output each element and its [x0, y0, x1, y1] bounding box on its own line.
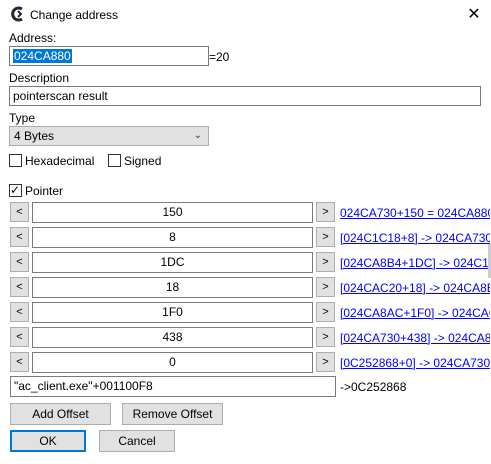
description-label: Description: [9, 71, 70, 85]
offset-decrease-button[interactable]: <: [10, 227, 29, 247]
offset-input[interactable]: 18: [32, 277, 313, 298]
signed-checkbox[interactable]: [108, 154, 121, 167]
signed-label: Signed: [124, 154, 162, 168]
hexadecimal-label: Hexadecimal: [25, 154, 95, 168]
remove-offset-button[interactable]: Remove Offset: [122, 403, 223, 425]
offset-input[interactable]: 1F0: [32, 302, 313, 323]
pointer-checkbox[interactable]: ✓: [9, 183, 22, 197]
title-bar: Change address ✕: [0, 0, 491, 30]
add-offset-button[interactable]: Add Offset: [10, 403, 111, 425]
address-value: 024CA880: [13, 49, 72, 63]
base-address-input[interactable]: "ac_client.exe"+001100F8: [10, 376, 336, 397]
offset-decrease-button[interactable]: <: [10, 252, 29, 272]
offset-decrease-button[interactable]: <: [10, 302, 29, 322]
offset-input[interactable]: 0: [32, 352, 313, 373]
pointer-label: Pointer: [25, 184, 64, 198]
offset-input[interactable]: 438: [32, 327, 313, 348]
ok-button[interactable]: OK: [10, 430, 86, 452]
type-label: Type: [9, 111, 36, 125]
offset-decrease-button[interactable]: <: [10, 202, 29, 222]
address-label: Address:: [9, 31, 57, 45]
address-input[interactable]: 024CA880: [9, 46, 209, 66]
offset-input[interactable]: 150: [32, 202, 313, 223]
offset-increase-button[interactable]: >: [316, 302, 335, 322]
description-input[interactable]: pointerscan result: [9, 86, 481, 106]
offset-increase-button[interactable]: >: [316, 252, 335, 272]
base-address-result: ->0C252868: [340, 380, 407, 394]
offset-decrease-button[interactable]: <: [10, 277, 29, 297]
offset-increase-button[interactable]: >: [316, 277, 335, 297]
type-select[interactable]: 4 Bytes ⌄: [9, 126, 209, 146]
pointer-path-link[interactable]: [024C1C18+8] -> 024CA730: [340, 231, 490, 245]
offset-decrease-button[interactable]: <: [10, 352, 29, 372]
cheat-engine-icon: [9, 6, 25, 22]
offset-increase-button[interactable]: >: [316, 202, 335, 222]
pointer-path-link[interactable]: [0C252868+0] -> 024CA730: [340, 356, 490, 370]
close-icon[interactable]: ✕: [458, 0, 490, 30]
offset-increase-button[interactable]: >: [316, 327, 335, 347]
offset-increase-button[interactable]: >: [316, 352, 335, 372]
hexadecimal-checkbox[interactable]: [9, 154, 22, 167]
offset-input[interactable]: 8: [32, 227, 313, 248]
pointer-path-link[interactable]: 024CA730+150 = 024CA880: [340, 206, 490, 220]
pointer-path-link[interactable]: [024CAC20+18] -> 024CA8B4: [340, 281, 490, 295]
pointer-path-link[interactable]: [024CA8B4+1DC] -> 024C1C18: [340, 256, 490, 270]
offset-input[interactable]: 1DC: [32, 252, 313, 273]
chevron-down-icon: ⌄: [193, 130, 202, 141]
cancel-button[interactable]: Cancel: [99, 430, 175, 452]
pointer-path-link[interactable]: [024CA8AC+1F0] -> 024CAC20: [340, 306, 490, 320]
checkmark-icon: ✓: [10, 183, 21, 197]
offset-increase-button[interactable]: >: [316, 227, 335, 247]
pointer-path-link[interactable]: [024CA730+438] -> 024CA8AC: [340, 331, 490, 345]
address-suffix: =20: [209, 50, 230, 64]
window-title: Change address: [30, 8, 119, 22]
offset-decrease-button[interactable]: <: [10, 327, 29, 347]
type-selected-value: 4 Bytes: [14, 129, 55, 143]
